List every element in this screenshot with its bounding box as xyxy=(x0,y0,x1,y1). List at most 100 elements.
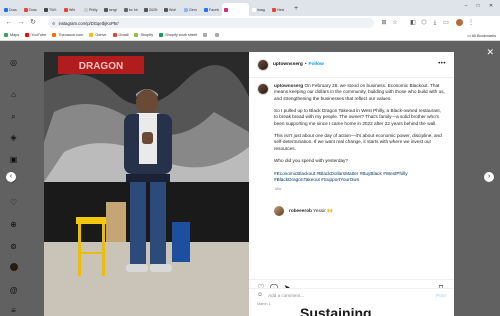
browser-tab[interactable]: Philly xyxy=(82,3,101,16)
sign-text: DRAGON xyxy=(79,61,123,72)
caption-hashtags[interactable]: #EconomicBlackout #BlackDollarsMatter #B… xyxy=(274,171,446,184)
tab-favicon-icon xyxy=(164,7,168,12)
bookmark-item[interactable]: Theoauce.com xyxy=(52,33,83,37)
bookmarks-bar: Maps YouTube Theoauce.com Gdrive Gmail Shopif… xyxy=(0,30,500,41)
post-header: uptownsserg • Follow ••• xyxy=(249,52,454,78)
close-window-button[interactable]: ✕ xyxy=(487,3,495,9)
author-username[interactable]: uptownsserg xyxy=(273,62,303,67)
browser-tab[interactable]: Faceb xyxy=(202,3,221,16)
tab-favicon-icon xyxy=(64,7,68,12)
photo-illustration: DRAGON xyxy=(44,52,249,316)
commenter-username[interactable]: robeeerob xyxy=(289,208,312,213)
new-tab-button[interactable]: + xyxy=(292,5,300,13)
comment-input[interactable]: Add a comment... xyxy=(268,293,304,298)
browser-menu-icon[interactable]: ⋮ xyxy=(467,19,475,27)
back-icon[interactable]: ← xyxy=(4,18,14,28)
bookmark-favicon-icon xyxy=(89,33,94,37)
bookmark-item[interactable] xyxy=(203,33,209,37)
close-icon[interactable]: ✕ xyxy=(486,47,494,58)
tab-favicon-icon xyxy=(44,7,48,12)
tab-label: bc hh xyxy=(129,7,138,12)
tab-label: Docu xyxy=(29,7,38,12)
browser-tab[interactable]: imag xyxy=(250,3,269,16)
comment-input-row: ☺ Add a comment... Post xyxy=(249,288,454,301)
tab-favicon-icon xyxy=(124,7,128,12)
next-post-arrow-icon[interactable]: › xyxy=(484,172,494,182)
bookmark-item[interactable]: Maps xyxy=(4,33,19,37)
bookmark-label: Gmail xyxy=(118,33,129,37)
minimize-button[interactable]: – xyxy=(462,3,470,9)
tab-favicon-icon xyxy=(104,7,108,12)
bookmark-item[interactable]: YouTube xyxy=(25,33,46,37)
bookmark-item[interactable]: Gdrive xyxy=(89,33,107,37)
tab-label: imag xyxy=(257,7,265,12)
caption-avatar[interactable] xyxy=(257,83,269,95)
browser-tab[interactable]: bc hh xyxy=(122,3,141,16)
url-text: instagram.com/p/DGqeIbjKxP5r/ xyxy=(58,20,119,26)
site-info-icon[interactable]: ⚙ xyxy=(52,21,56,26)
background-sign-text: Sustaining xyxy=(300,305,372,316)
caption-paragraph-3: This isn't just about one day of action—… xyxy=(274,133,442,151)
bookmark-item[interactable]: Shopify xyxy=(134,33,153,37)
sidebar-icon[interactable]: ▭ xyxy=(442,19,450,27)
tab-favicon-icon xyxy=(184,7,188,12)
separator-dot: • xyxy=(304,62,307,67)
tab-favicon-icon xyxy=(24,7,28,12)
caption-area: uptownsserg On February 28, we stood on … xyxy=(249,79,454,279)
post-date: March 1 xyxy=(257,302,271,306)
instagram-page: ◎ ⌂ ⌕ ◈ ▣ ✈ ♡ ⊕ ⊚ @ ≡ ✕ ‹ › DRAGO xyxy=(0,41,500,316)
bookmark-star-icon[interactable]: ☆ xyxy=(391,19,399,27)
bookmark-favicon-icon xyxy=(159,33,164,37)
comment-text: Yessir 🙌 xyxy=(313,207,333,213)
post-photo[interactable]: DRAGON xyxy=(44,52,249,316)
author-avatar[interactable] xyxy=(257,58,269,71)
previous-post-arrow-icon[interactable]: ‹ xyxy=(6,172,16,182)
tab-strip: Docu Docu TWI: Whi Philly sergi bc hh 2025: Worl… xyxy=(0,0,500,16)
tab-label: Heal xyxy=(277,7,285,12)
more-options-icon[interactable]: ••• xyxy=(438,61,446,67)
commenter-avatar[interactable] xyxy=(274,205,284,216)
tab-favicon-icon xyxy=(224,7,228,12)
caption-username[interactable]: uptownsserg xyxy=(274,83,303,88)
tab-favicon-icon xyxy=(252,7,256,12)
caption-paragraph-2: So I pulled up to Black Dragon Takeout i… xyxy=(274,108,442,126)
bookmark-item[interactable] xyxy=(215,33,221,37)
tab-label: Faceb xyxy=(209,7,219,12)
translate-icon[interactable]: ⊞ xyxy=(380,19,388,27)
bookmark-item[interactable]: Gmail xyxy=(112,33,129,37)
browser-tab[interactable]: Docu xyxy=(2,3,21,16)
tab-favicon-icon xyxy=(144,7,148,12)
tab-label: Whi xyxy=(69,7,76,12)
emoji-icon[interactable]: ☺ xyxy=(257,292,263,298)
profile-avatar[interactable] xyxy=(455,19,463,27)
bookmark-label: Maps xyxy=(10,33,20,37)
follow-button[interactable]: Follow xyxy=(309,62,324,67)
extension-icon[interactable]: ◧ xyxy=(409,19,417,27)
maximize-button[interactable]: □ xyxy=(474,3,482,9)
bookmark-favicon-icon xyxy=(215,33,220,37)
bookmark-favicon-icon xyxy=(134,33,139,37)
caption-time: 18w xyxy=(274,185,282,191)
browser-toolbar: ← → ↻ ⚙ instagram.com/p/DGqeIbjKxP5r/ ⊞ … xyxy=(0,16,500,30)
all-bookmarks-link[interactable]: ▭ All Bookmarks xyxy=(467,33,496,38)
browser-tab[interactable]: 2025: xyxy=(142,3,161,16)
browser-tab[interactable]: Docu xyxy=(22,3,41,16)
browser-tab[interactable]: sergi xyxy=(102,3,121,16)
browser-tab[interactable]: Gem xyxy=(182,3,201,16)
tab-label: sergi xyxy=(109,7,117,12)
tab-favicon-icon xyxy=(272,7,276,12)
browser-tab[interactable]: TWI: xyxy=(42,3,61,16)
post-comment-button[interactable]: Post xyxy=(436,293,446,298)
download-icon[interactable]: ⤓ xyxy=(431,19,439,27)
reload-icon[interactable]: ↻ xyxy=(28,18,38,28)
address-bar[interactable]: ⚙ instagram.com/p/DGqeIbjKxP5r/ xyxy=(48,18,374,28)
browser-tab[interactable]: Whi xyxy=(62,3,81,16)
browser-tab[interactable]: Heal xyxy=(270,3,289,16)
browser-tab[interactable] xyxy=(222,3,249,16)
bookmark-item[interactable]: Shopify work sheet xyxy=(159,33,197,37)
browser-tab[interactable]: Worl xyxy=(162,3,181,16)
bookmark-label: Shopify xyxy=(140,33,154,37)
forward-icon[interactable]: → xyxy=(16,18,26,28)
bookmark-favicon-icon xyxy=(25,33,30,37)
extension-puzzle-icon[interactable]: ⬡ xyxy=(420,19,428,27)
